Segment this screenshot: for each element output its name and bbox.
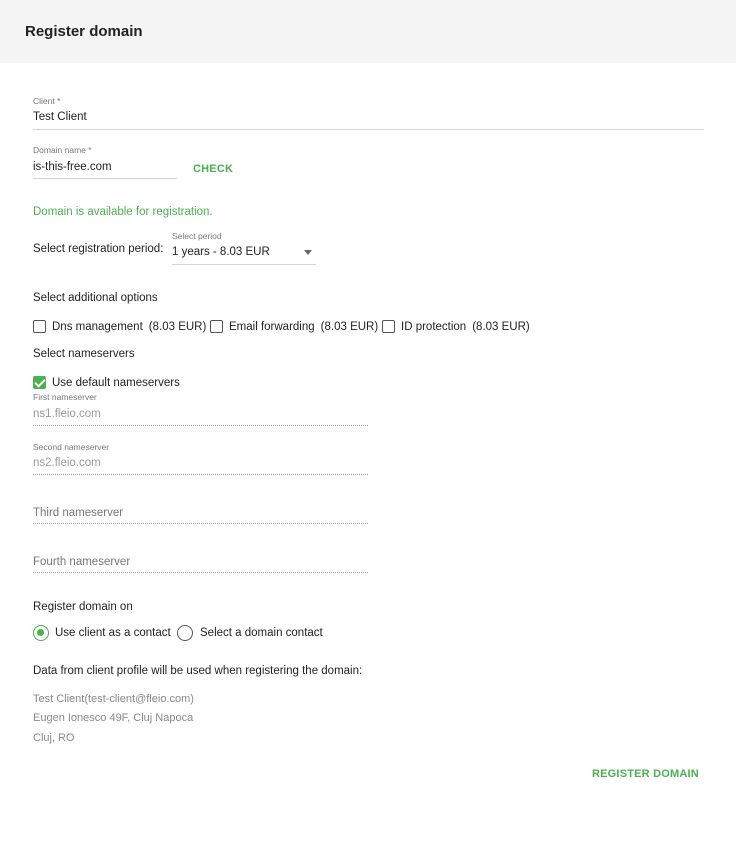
option-email-forwarding[interactable]: Email forwarding (8.03 EUR) bbox=[210, 320, 378, 333]
period-field-label: Select period bbox=[172, 231, 222, 241]
id-protection-label: ID protection bbox=[401, 320, 467, 333]
client-contact-radio[interactable] bbox=[33, 625, 49, 641]
dns-management-checkbox[interactable] bbox=[33, 320, 46, 333]
dns-management-label: Dns management bbox=[52, 320, 143, 333]
second-nameserver-input: ns2.fleio.com bbox=[33, 455, 368, 475]
dns-management-price: (8.03 EUR) bbox=[148, 320, 207, 333]
page-title: Register domain bbox=[25, 23, 143, 40]
email-forwarding-checkbox[interactable] bbox=[210, 320, 223, 333]
fourth-nameserver-placeholder: Fourth nameserver bbox=[33, 556, 131, 568]
option-dns-management[interactable]: Dns management (8.03 EUR) bbox=[33, 320, 206, 333]
second-nameserver-label: Second nameserver bbox=[33, 442, 110, 452]
profile-info-title: Data from client profile will be used wh… bbox=[33, 665, 363, 677]
caret-down-icon bbox=[304, 250, 312, 255]
third-nameserver-placeholder: Third nameserver bbox=[33, 507, 124, 519]
first-nameserver-input: ns1.fleio.com bbox=[33, 406, 368, 426]
domain-name-value: is-this-free.com bbox=[33, 161, 112, 173]
domain-name-input[interactable]: is-this-free.com bbox=[33, 159, 177, 179]
period-selected-value: 1 years - 8.03 EUR bbox=[172, 246, 270, 258]
use-default-nameservers-label: Use default nameservers bbox=[52, 376, 180, 389]
third-nameserver-input[interactable]: Third nameserver bbox=[33, 505, 368, 524]
period-label: Select registration period: bbox=[33, 243, 164, 255]
profile-line-name: Test Client(test-client@fleio.com) bbox=[33, 693, 194, 705]
nameservers-title: Select nameservers bbox=[33, 348, 135, 360]
availability-message: Domain is available for registration. bbox=[33, 206, 213, 218]
use-default-nameservers[interactable]: Use default nameservers bbox=[33, 376, 180, 389]
second-nameserver-value: ns2.fleio.com bbox=[33, 457, 101, 469]
first-nameserver-value: ns1.fleio.com bbox=[33, 408, 101, 420]
additional-options-title: Select additional options bbox=[33, 292, 158, 304]
client-label: Client * bbox=[33, 96, 61, 106]
period-select[interactable]: 1 years - 8.03 EUR bbox=[172, 244, 316, 265]
id-protection-checkbox[interactable] bbox=[382, 320, 395, 333]
register-on-domain-contact-option[interactable]: Select a domain contact bbox=[177, 625, 323, 641]
register-on-client-option[interactable]: Use client as a contact bbox=[33, 625, 171, 641]
first-nameserver-label: First nameserver bbox=[33, 392, 97, 402]
email-forwarding-price: (8.03 EUR) bbox=[320, 320, 379, 333]
client-value: Test Client bbox=[33, 111, 87, 123]
register-on-title: Register domain on bbox=[33, 601, 133, 613]
register-domain-button[interactable]: REGISTER DOMAIN bbox=[592, 768, 699, 780]
client-field[interactable]: Test Client bbox=[33, 109, 704, 130]
domain-contact-radio[interactable] bbox=[177, 625, 193, 641]
client-contact-label: Use client as a contact bbox=[55, 627, 171, 639]
page-header: Register domain bbox=[0, 0, 736, 63]
fourth-nameserver-input[interactable]: Fourth nameserver bbox=[33, 554, 368, 573]
domain-label: Domain name * bbox=[33, 145, 92, 155]
email-forwarding-label: Email forwarding bbox=[229, 320, 315, 333]
id-protection-price: (8.03 EUR) bbox=[472, 320, 530, 333]
profile-line-address: Eugen Ionesco 49F, Cluj Napoca bbox=[33, 712, 194, 724]
profile-line-city: Cluj, RO bbox=[33, 732, 75, 744]
checkmark-icon[interactable] bbox=[33, 376, 46, 389]
check-button[interactable]: CHECK bbox=[193, 163, 233, 175]
option-id-protection[interactable]: ID protection (8.03 EUR) bbox=[382, 320, 530, 333]
domain-contact-label: Select a domain contact bbox=[200, 627, 323, 639]
